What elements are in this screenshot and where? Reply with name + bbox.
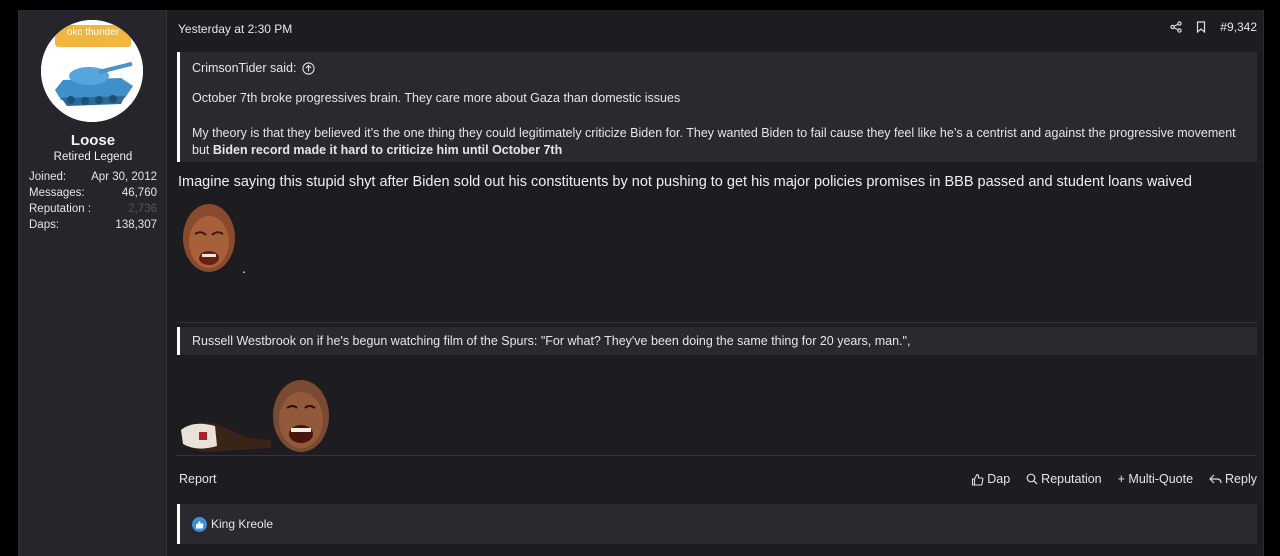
quote-author-label[interactable]: CrimsonTider said: xyxy=(192,61,296,75)
reply-icon xyxy=(1209,474,1222,484)
footer-divider xyxy=(177,455,1257,456)
username[interactable]: Loose xyxy=(19,132,167,149)
stat-value: 138,307 xyxy=(115,219,157,231)
post-container: okc thunder Loose Retired Legend Joined:… xyxy=(18,10,1264,556)
avatar[interactable]: okc thunder xyxy=(41,20,143,122)
post-number[interactable]: #9,342 xyxy=(1220,20,1257,34)
dap-button[interactable]: Dap xyxy=(971,472,1010,486)
search-icon xyxy=(1026,473,1038,485)
signature-text: Russell Westbrook on if he's begun watch… xyxy=(192,334,911,348)
signature-image xyxy=(177,378,337,459)
report-link[interactable]: Report xyxy=(179,472,217,486)
dot-text: . xyxy=(242,260,246,276)
avatar-banner: okc thunder xyxy=(55,25,131,47)
stat-messages: Messages: 46,760 xyxy=(29,185,157,201)
reactions-bar: King Kreole xyxy=(177,504,1257,544)
stat-joined: Joined: Apr 30, 2012 xyxy=(29,169,157,185)
crying-face-image xyxy=(179,198,239,281)
reputation-button[interactable]: Reputation xyxy=(1026,472,1102,486)
post-actions: Dap Reputation + Multi-Quote Reply xyxy=(955,472,1257,486)
stat-value[interactable]: 46,760 xyxy=(122,185,157,201)
multi-quote-label: + Multi-Quote xyxy=(1117,472,1194,486)
share-icon[interactable] xyxy=(1170,21,1182,33)
stat-value: 2,736 xyxy=(128,203,157,215)
post-header-actions: #9,342 xyxy=(1156,20,1257,34)
quote-author[interactable]: CrimsonTider said: xyxy=(192,61,316,75)
user-stats: Joined: Apr 30, 2012 Messages: 46,760 Re… xyxy=(29,169,157,233)
stat-value: Apr 30, 2012 xyxy=(91,171,157,183)
post-date[interactable]: Yesterday at 2:30 PM xyxy=(178,22,292,36)
post-content: Yesterday at 2:30 PM #9,342 CrimsonTider… xyxy=(177,10,1257,556)
stat-label: Messages: xyxy=(29,187,85,199)
stat-reputation: Reputation : 2,736 xyxy=(29,201,157,217)
signature-divider xyxy=(177,322,1257,323)
like-icon xyxy=(192,517,207,532)
bookmark-icon[interactable] xyxy=(1196,21,1206,33)
thumbs-up-icon xyxy=(972,473,984,486)
stat-label: Daps: xyxy=(29,219,60,231)
user-title: Retired Legend xyxy=(53,151,133,163)
quote-text-1: October 7th broke progressives brain. Th… xyxy=(192,91,681,105)
dap-label: Dap xyxy=(987,472,1011,486)
stat-daps: Daps: 138,307 xyxy=(29,217,157,233)
stat-label: Reputation : xyxy=(29,203,92,215)
reply-label: Reply xyxy=(1225,472,1257,486)
signature-quote: Russell Westbrook on if he's begun watch… xyxy=(177,327,1257,355)
arrow-up-circle-icon[interactable] xyxy=(302,61,316,75)
post-body: Imagine saying this stupid shyt after Bi… xyxy=(178,174,1192,190)
reaction-users[interactable]: King Kreole xyxy=(211,517,273,531)
reputation-label: Reputation xyxy=(1041,472,1102,486)
multi-quote-button[interactable]: + Multi-Quote xyxy=(1118,472,1193,486)
quote-text-2-bold: Biden record made it hard to criticize h… xyxy=(212,143,563,157)
reply-button[interactable]: Reply xyxy=(1209,472,1257,486)
stat-label: Joined: xyxy=(29,171,67,183)
user-sidebar: okc thunder Loose Retired Legend Joined:… xyxy=(19,10,167,556)
quote-text-2: My theory is that they believed it’s the… xyxy=(192,125,1242,159)
quote-block: CrimsonTider said: October 7th broke pro… xyxy=(177,52,1257,162)
